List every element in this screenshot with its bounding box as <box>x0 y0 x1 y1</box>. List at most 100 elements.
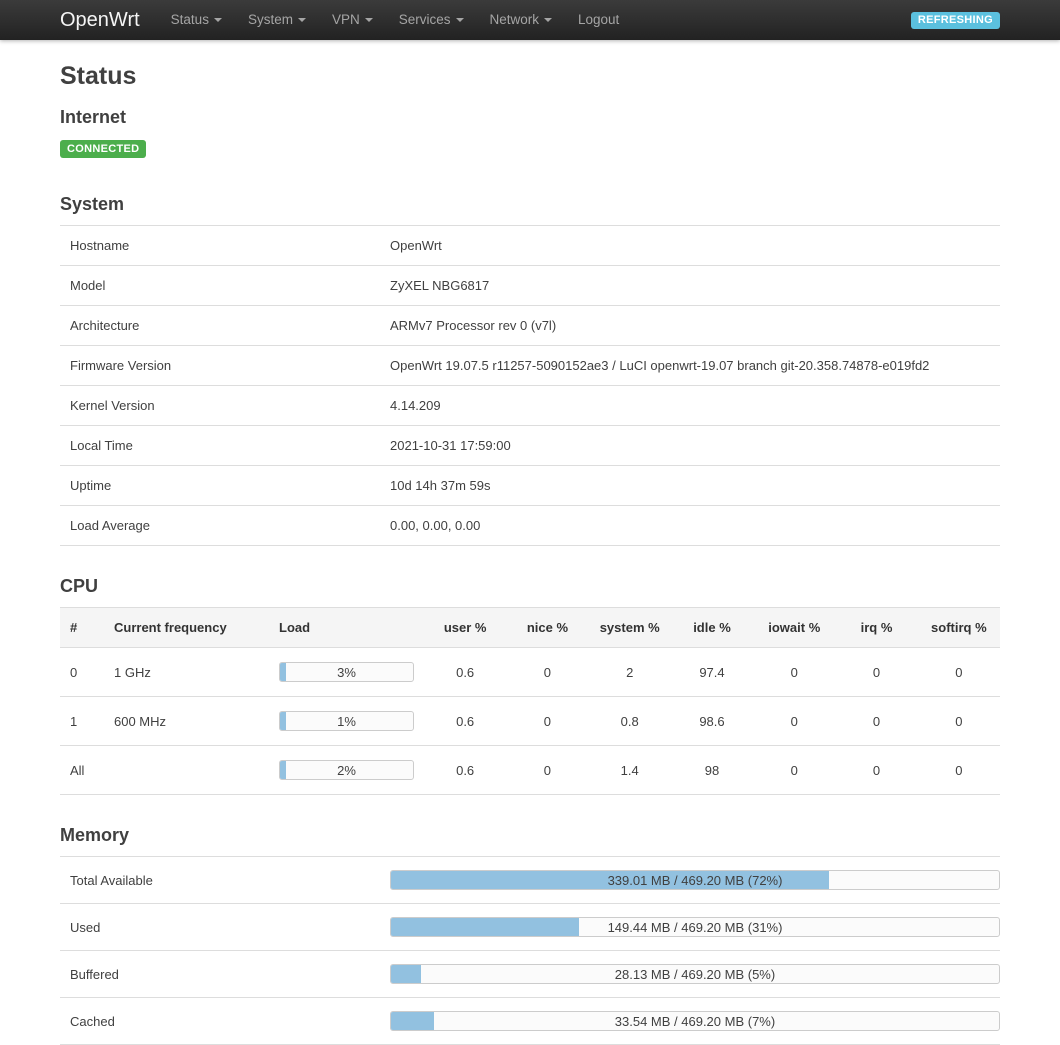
internet-heading: Internet <box>60 107 1000 128</box>
cpu-iowait: 0 <box>753 746 835 795</box>
system-row-value: OpenWrt 19.07.5 r11257-5090152ae3 / LuCI… <box>380 346 1000 386</box>
cpu-idle: 97.4 <box>671 648 753 697</box>
cpu-softirq: 0 <box>918 697 1000 746</box>
cpu-load-cell: 1% <box>269 697 424 746</box>
system-row-label: Hostname <box>60 226 380 266</box>
cpu-col-header: Load <box>269 608 424 648</box>
cpu-col-header: idle % <box>671 608 753 648</box>
chevron-down-icon <box>365 18 373 22</box>
nav-item-label: Status <box>171 12 209 27</box>
memory-table: Total Available 339.01 MB / 469.20 MB (7… <box>60 856 1000 1045</box>
nav-item-logout[interactable]: Logout <box>565 0 632 40</box>
cpu-col-header: Current frequency <box>104 608 269 648</box>
main-content: Status Internet CONNECTED System Hostnam… <box>60 62 1000 1045</box>
system-row-value: ZyXEL NBG6817 <box>380 266 1000 306</box>
brand-logo[interactable]: OpenWrt <box>60 9 140 32</box>
memory-bar: 33.54 MB / 469.20 MB (7%) <box>390 1011 1000 1031</box>
table-row: Local Time2021-10-31 17:59:00 <box>60 426 1000 466</box>
cpu-load-bar: 1% <box>279 711 414 731</box>
table-row: Load Average0.00, 0.00, 0.00 <box>60 506 1000 546</box>
table-row: 1 600 MHz 1% 0.6 0 0.8 98.6 0 0 0 <box>60 697 1000 746</box>
system-row-label: Kernel Version <box>60 386 380 426</box>
cpu-id: All <box>60 746 104 795</box>
system-row-value: 0.00, 0.00, 0.00 <box>380 506 1000 546</box>
memory-bar-cell: 28.13 MB / 469.20 MB (5%) <box>380 951 1000 998</box>
nav-item-label: Logout <box>578 12 619 27</box>
nav-item-services[interactable]: Services <box>386 0 477 40</box>
nav-item-label: VPN <box>332 12 360 27</box>
cpu-header-row: # Current frequency Load user % nice % s… <box>60 608 1000 648</box>
chevron-down-icon <box>456 18 464 22</box>
progressbar-label: 33.54 MB / 469.20 MB (7%) <box>391 1012 999 1031</box>
table-row: All 2% 0.6 0 1.4 98 0 0 0 <box>60 746 1000 795</box>
chevron-down-icon <box>214 18 222 22</box>
cpu-irq: 0 <box>835 648 917 697</box>
system-row-value: OpenWrt <box>380 226 1000 266</box>
table-row: Used 149.44 MB / 469.20 MB (31%) <box>60 904 1000 951</box>
nav-item-status[interactable]: Status <box>158 0 235 40</box>
cpu-table: # Current frequency Load user % nice % s… <box>60 607 1000 795</box>
memory-bar-cell: 149.44 MB / 469.20 MB (31%) <box>380 904 1000 951</box>
memory-row-label: Cached <box>60 998 380 1045</box>
table-row: Buffered 28.13 MB / 469.20 MB (5%) <box>60 951 1000 998</box>
table-row: Firmware VersionOpenWrt 19.07.5 r11257-5… <box>60 346 1000 386</box>
cpu-user: 0.6 <box>424 648 506 697</box>
cpu-load-bar: 3% <box>279 662 414 682</box>
cpu-col-header: softirq % <box>918 608 1000 648</box>
table-row: ArchitectureARMv7 Processor rev 0 (v7l) <box>60 306 1000 346</box>
system-row-label: Uptime <box>60 466 380 506</box>
cpu-nice: 0 <box>506 746 588 795</box>
cpu-softirq: 0 <box>918 648 1000 697</box>
refreshing-badge[interactable]: REFRESHING <box>911 12 1000 29</box>
cpu-id: 1 <box>60 697 104 746</box>
nav-item-vpn[interactable]: VPN <box>319 0 386 40</box>
nav-item-system[interactable]: System <box>235 0 319 40</box>
table-row: Total Available 339.01 MB / 469.20 MB (7… <box>60 857 1000 904</box>
cpu-frequency <box>104 746 269 795</box>
cpu-load-cell: 3% <box>269 648 424 697</box>
cpu-load-cell: 2% <box>269 746 424 795</box>
progressbar-label: 339.01 MB / 469.20 MB (72%) <box>391 871 999 890</box>
chevron-down-icon <box>544 18 552 22</box>
cpu-softirq: 0 <box>918 746 1000 795</box>
cpu-system: 2 <box>589 648 671 697</box>
memory-heading: Memory <box>60 825 1000 846</box>
cpu-idle: 98 <box>671 746 753 795</box>
nav-item-label: System <box>248 12 293 27</box>
cpu-nice: 0 <box>506 697 588 746</box>
cpu-col-header: system % <box>589 608 671 648</box>
system-row-value: 4.14.209 <box>380 386 1000 426</box>
system-table: HostnameOpenWrt ModelZyXEL NBG6817 Archi… <box>60 225 1000 546</box>
connected-badge: CONNECTED <box>60 140 146 158</box>
page-title: Status <box>60 62 1000 91</box>
nav-item-network[interactable]: Network <box>477 0 566 40</box>
cpu-iowait: 0 <box>753 697 835 746</box>
system-row-label: Local Time <box>60 426 380 466</box>
nav-item-label: Network <box>490 12 540 27</box>
cpu-col-header: irq % <box>835 608 917 648</box>
cpu-col-header: nice % <box>506 608 588 648</box>
cpu-id: 0 <box>60 648 104 697</box>
system-row-label: Load Average <box>60 506 380 546</box>
progressbar-label: 1% <box>280 712 413 731</box>
system-row-label: Firmware Version <box>60 346 380 386</box>
cpu-system: 1.4 <box>589 746 671 795</box>
progressbar-label: 28.13 MB / 469.20 MB (5%) <box>391 965 999 984</box>
cpu-frequency: 1 GHz <box>104 648 269 697</box>
cpu-irq: 0 <box>835 697 917 746</box>
cpu-iowait: 0 <box>753 648 835 697</box>
table-row: Kernel Version4.14.209 <box>60 386 1000 426</box>
table-row: ModelZyXEL NBG6817 <box>60 266 1000 306</box>
cpu-col-header: # <box>60 608 104 648</box>
system-row-value: ARMv7 Processor rev 0 (v7l) <box>380 306 1000 346</box>
progressbar-label: 3% <box>280 663 413 682</box>
navbar: OpenWrt Status System VPN Services Netwo… <box>0 0 1060 40</box>
system-heading: System <box>60 194 1000 215</box>
system-row-label: Model <box>60 266 380 306</box>
memory-bar: 339.01 MB / 469.20 MB (72%) <box>390 870 1000 890</box>
system-row-value: 2021-10-31 17:59:00 <box>380 426 1000 466</box>
progressbar-label: 2% <box>280 761 413 780</box>
cpu-col-header: user % <box>424 608 506 648</box>
cpu-user: 0.6 <box>424 746 506 795</box>
memory-row-label: Total Available <box>60 857 380 904</box>
